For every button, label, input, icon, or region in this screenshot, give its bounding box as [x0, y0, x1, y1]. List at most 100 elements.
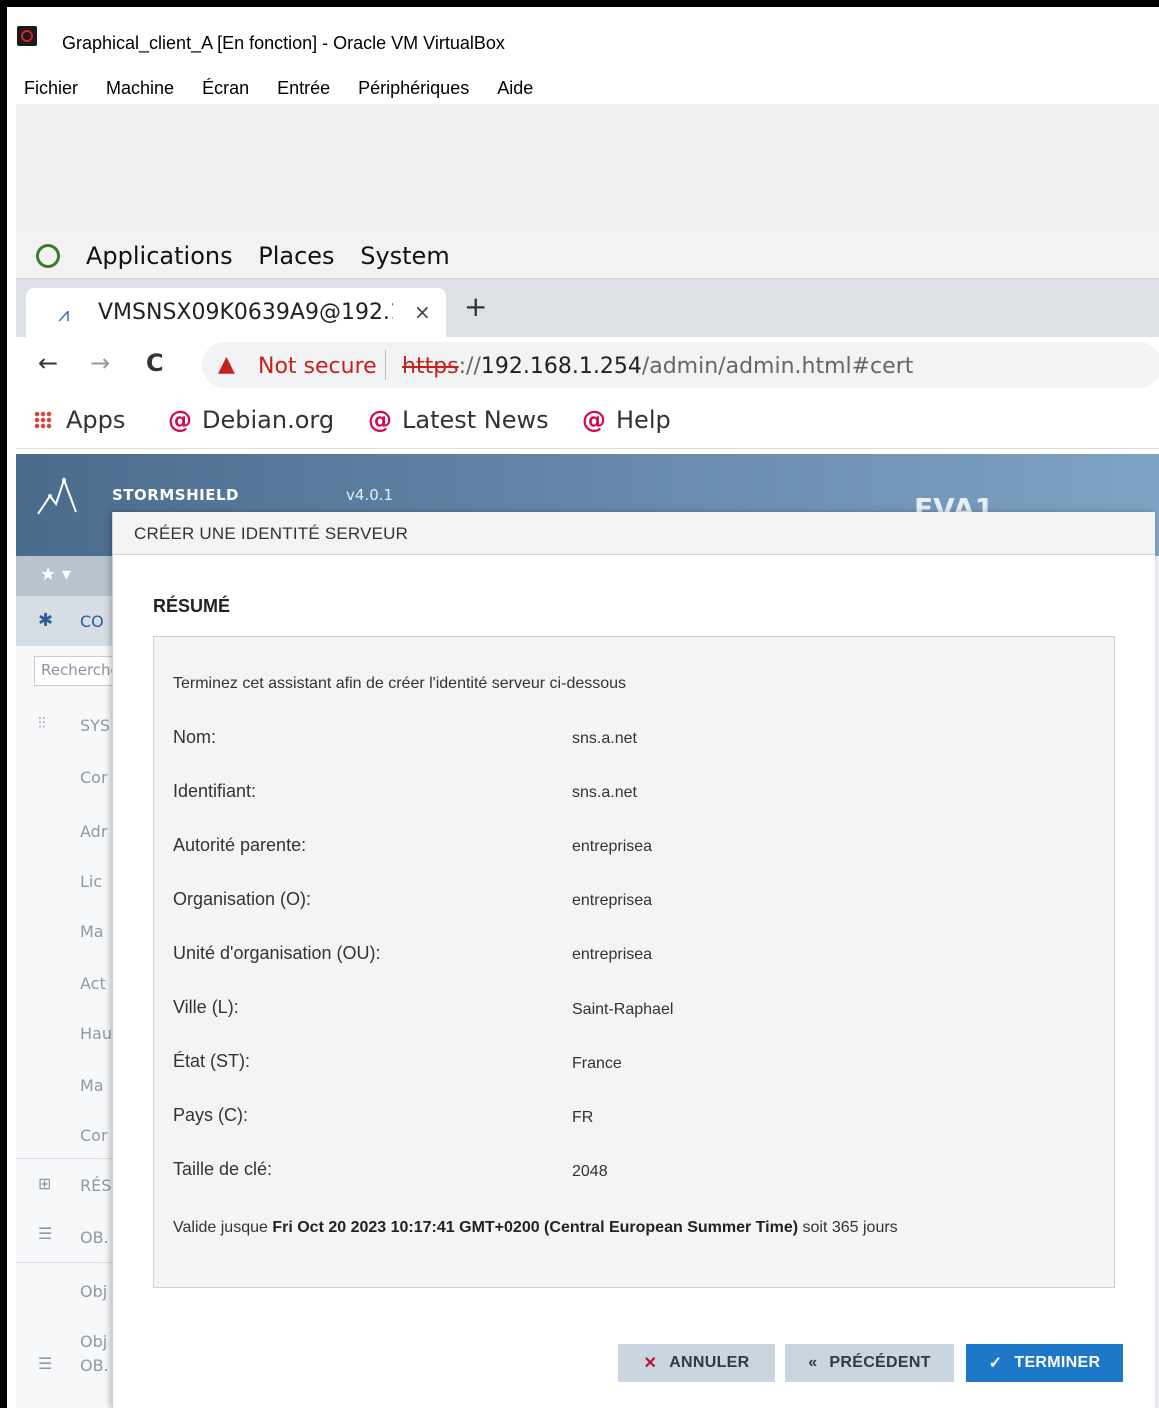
- browser-tab[interactable]: ⩘ VMSNSX09K0639A9@192.168.1.254 ×: [26, 288, 446, 337]
- virtualbox-icon: [17, 26, 37, 46]
- gnome-foot-icon: [36, 244, 60, 268]
- validity-suffix: soit 365 jours: [802, 1219, 898, 1236]
- bookmark-latest-news[interactable]: @ Latest News: [368, 406, 549, 434]
- validity-text: Valide jusque Fri Oct 20 2023 10:17:41 G…: [173, 1219, 898, 1237]
- bookmark-help[interactable]: @ Help: [582, 406, 671, 434]
- url-text[interactable]: https://192.168.1.254/admin/admin.html#c…: [402, 354, 913, 379]
- field-value-country: FR: [572, 1109, 594, 1126]
- sidebar-item[interactable]: Cor: [80, 1126, 108, 1145]
- omnibox-separator: [385, 350, 386, 380]
- sidebar-item[interactable]: Hau: [80, 1024, 112, 1043]
- url-path: /admin/admin.html#cert: [641, 354, 914, 379]
- summary-intro: Terminez cet assistant afin de créer l'i…: [173, 675, 627, 692]
- bookmark-label: Latest News: [402, 406, 549, 434]
- field-value-identifier: sns.a.net: [572, 784, 637, 801]
- sidebar-item[interactable]: Obj: [80, 1282, 107, 1301]
- address-bar[interactable]: ▲ Not secure https://192.168.1.254/admin…: [202, 342, 1159, 388]
- field-label-state: État (ST):: [173, 1051, 251, 1071]
- cancel-button[interactable]: ✕ ANNULER: [618, 1344, 775, 1382]
- warning-triangle-icon: ▲: [218, 352, 235, 377]
- sidebar-divider: [16, 1158, 116, 1159]
- field-value-parent-authority: entreprisea: [572, 838, 653, 855]
- gear-icon: ✱: [38, 610, 54, 631]
- firmware-version: v4.0.1: [346, 486, 394, 504]
- sidebar-item[interactable]: Ma: [80, 1076, 104, 1095]
- menu-places[interactable]: Places: [258, 242, 334, 270]
- field-label-city: Ville (L):: [173, 997, 239, 1017]
- network-icon: ⊞: [38, 1174, 52, 1193]
- finish-button[interactable]: ✓ TERMINER: [966, 1344, 1123, 1382]
- bookmark-label: Debian.org: [202, 406, 335, 434]
- field-value-name: sns.a.net: [572, 730, 637, 747]
- vm-screen-gap: [16, 104, 1159, 234]
- menu-peripheriques[interactable]: Périphériques: [358, 78, 469, 99]
- bookmark-apps[interactable]: Apps: [34, 406, 125, 434]
- sidebar-item[interactable]: Lic: [80, 872, 102, 891]
- menu-system[interactable]: System: [360, 242, 450, 270]
- bookmark-debian[interactable]: @ Debian.org: [168, 406, 334, 434]
- new-tab-button[interactable]: +: [464, 293, 487, 321]
- stormshield-favicon-icon: ⩘: [58, 302, 70, 326]
- sidebar-item-objects[interactable]: OB.: [80, 1228, 109, 1247]
- apps-grid-icon: [34, 411, 52, 429]
- back-arrow-icon[interactable]: ←: [38, 349, 58, 377]
- field-label-parent-authority: Autorité parente:: [173, 835, 307, 855]
- debian-swirl-icon: @: [368, 406, 392, 434]
- previous-button[interactable]: « PRÉCÉDENT: [785, 1344, 954, 1382]
- browser-toolbar: ← → C ▲ Not secure https://192.168.1.254…: [16, 337, 1159, 393]
- database-icon: ☰: [38, 1224, 53, 1243]
- stormshield-logo-icon: [37, 477, 77, 515]
- debian-swirl-icon: @: [168, 406, 192, 434]
- field-value-city: Saint-Raphael: [572, 1001, 674, 1018]
- field-label-org-unit: Unité d'organisation (OU):: [173, 943, 381, 963]
- tab-close-icon[interactable]: ×: [414, 300, 431, 324]
- sidebar-item[interactable]: Act: [80, 974, 106, 993]
- configuration-section[interactable]: ✱ CO: [16, 596, 116, 646]
- brand-name: STORMSHIELD: [112, 486, 239, 504]
- create-server-identity-dialog: CRÉER UNE IDENTITÉ SERVEUR RÉSUMÉ Termin…: [112, 512, 1155, 1408]
- field-value-org-unit: entreprisea: [572, 946, 653, 963]
- close-icon: ✕: [643, 1355, 658, 1372]
- field-label-name: Nom:: [173, 727, 217, 747]
- url-host: 192.168.1.254: [480, 354, 642, 379]
- cancel-label: ANNULER: [669, 1354, 750, 1371]
- app-sidebar: ★ ▾ ✱ CO Recherche ⫶⫶ SYS Cor Adr Lic Ma…: [16, 556, 117, 1408]
- summary-heading: RÉSUMÉ: [153, 596, 231, 616]
- field-value-key-size: 2048: [572, 1163, 608, 1180]
- sidebar-item[interactable]: Obj: [80, 1332, 107, 1351]
- menu-aide[interactable]: Aide: [497, 78, 533, 99]
- menu-entree[interactable]: Entrée: [277, 78, 330, 99]
- vbox-menubar: Fichier Machine Écran Entrée Périphériqu…: [24, 78, 561, 99]
- forward-arrow-icon[interactable]: →: [90, 349, 110, 377]
- sidebar-item-system[interactable]: SYS: [80, 716, 110, 735]
- bookmarks-bar: Apps @ Debian.org @ Latest News @ Help: [16, 394, 1159, 449]
- not-secure-label[interactable]: Not secure: [258, 354, 377, 379]
- sidebar-item[interactable]: Adr: [80, 822, 107, 841]
- sidebar-item[interactable]: Cor: [80, 768, 108, 787]
- star-icon[interactable]: ★ ▾: [40, 564, 71, 585]
- browser-tabstrip: ⩘ VMSNSX09K0639A9@192.168.1.254 × +: [16, 279, 1159, 337]
- validity-date: Fri Oct 20 2023 10:17:41 GMT+0200 (Centr…: [272, 1219, 799, 1236]
- menu-applications[interactable]: Applications: [86, 242, 233, 270]
- reload-icon[interactable]: C: [146, 349, 164, 377]
- field-value-organization: entreprisea: [572, 892, 653, 909]
- menu-machine[interactable]: Machine: [106, 78, 174, 99]
- field-value-state: France: [572, 1055, 622, 1072]
- favorites-strip[interactable]: ★ ▾: [16, 556, 116, 596]
- gnome-top-panel: Applications Places System: [16, 234, 1159, 279]
- sidebar-item[interactable]: Ma: [80, 922, 104, 941]
- sidebar-item-objects-2[interactable]: OB.: [80, 1356, 109, 1375]
- menu-ecran[interactable]: Écran: [202, 78, 249, 99]
- field-label-identifier: Identifiant:: [173, 781, 257, 801]
- check-icon: ✓: [988, 1355, 1003, 1372]
- summary-panel: Terminez cet assistant afin de créer l'i…: [153, 636, 1115, 1288]
- menu-fichier[interactable]: Fichier: [24, 78, 78, 99]
- url-separator: ://: [458, 354, 481, 379]
- bookmark-label: Help: [616, 406, 671, 434]
- sidebar-search-input[interactable]: Recherche: [34, 656, 116, 686]
- bookmark-label: Apps: [66, 406, 126, 434]
- double-chevron-left-icon: «: [808, 1354, 818, 1371]
- dialog-title: CRÉER UNE IDENTITÉ SERVEUR: [134, 524, 409, 543]
- sidebar-item-network[interactable]: RÉS: [80, 1176, 111, 1195]
- tab-title: VMSNSX09K0639A9@192.168.1.254: [98, 300, 393, 325]
